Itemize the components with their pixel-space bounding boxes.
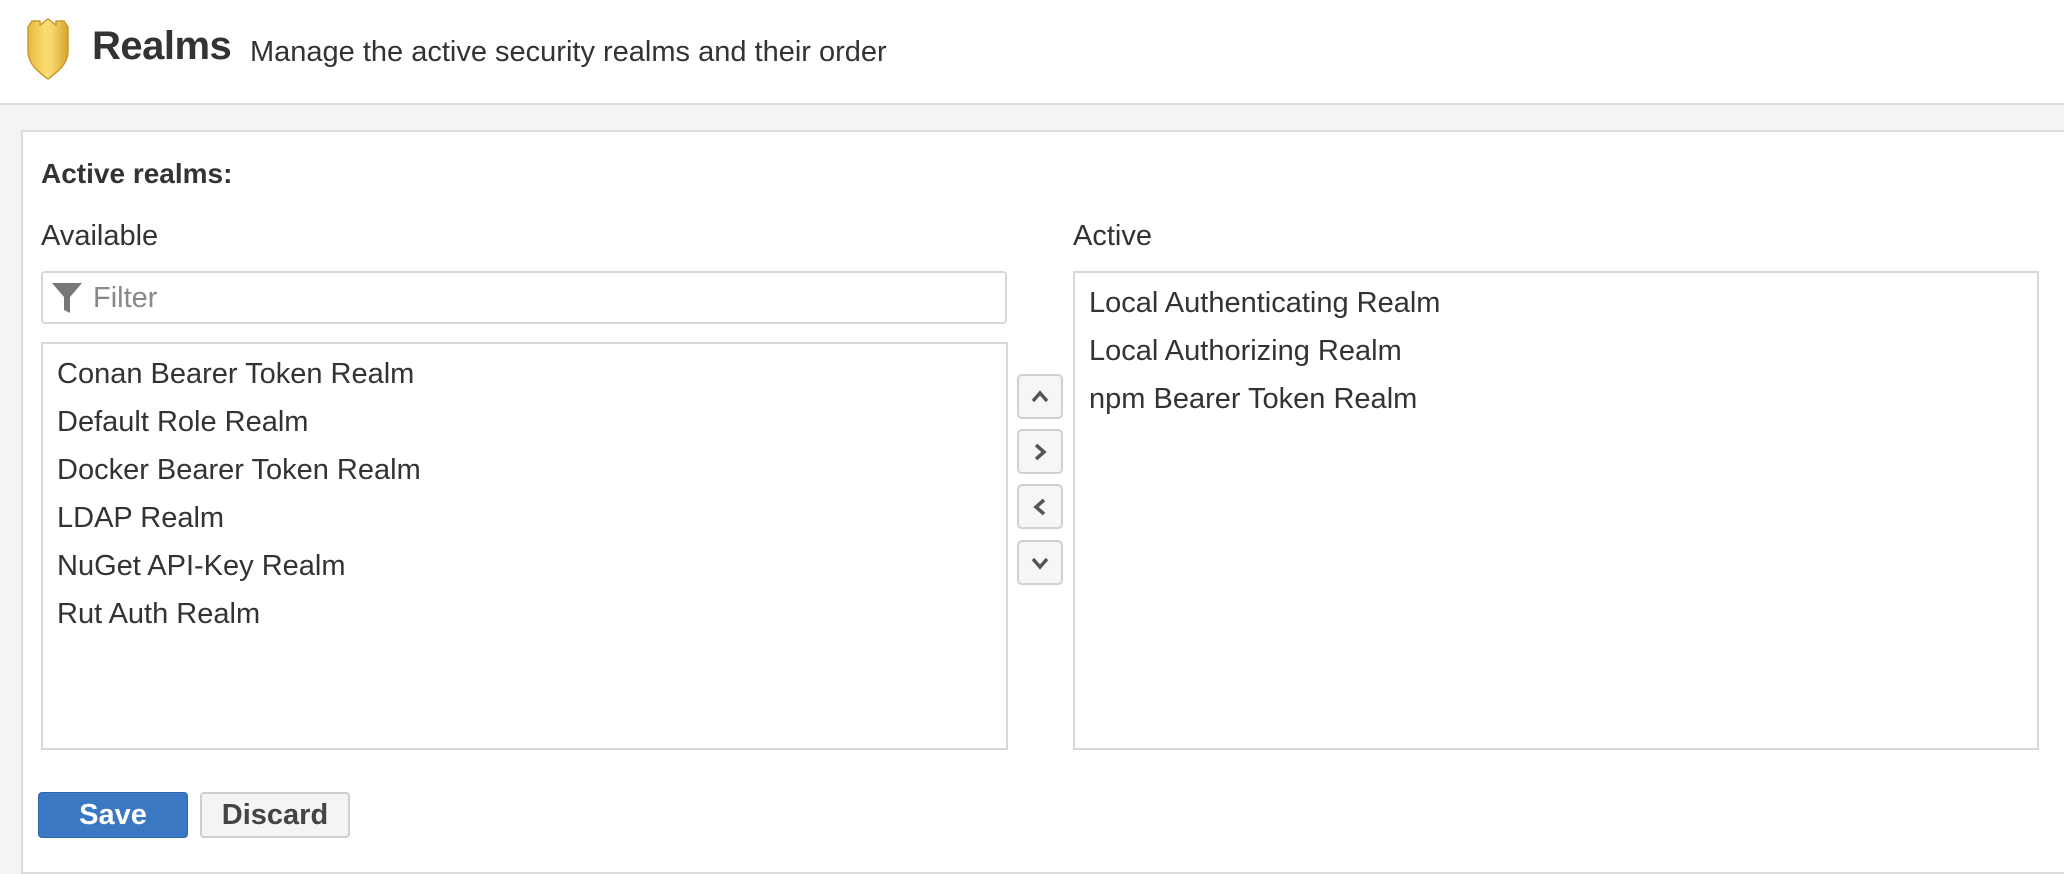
save-button[interactable]: Save <box>38 792 188 838</box>
active-item[interactable]: npm Bearer Token Realm <box>1075 375 2037 423</box>
page-title: Realms <box>92 24 232 68</box>
available-item[interactable]: Docker Bearer Token Realm <box>43 446 1006 494</box>
move-down-button[interactable] <box>1017 540 1063 585</box>
move-left-button[interactable] <box>1017 484 1063 529</box>
filter-icon <box>52 283 82 313</box>
chevron-down-icon <box>1031 557 1049 570</box>
move-right-button[interactable] <box>1017 429 1063 474</box>
chevron-right-icon <box>1034 443 1047 460</box>
discard-button[interactable]: Discard <box>200 792 350 838</box>
page-subtitle: Manage the active security realms and th… <box>250 36 887 68</box>
active-label: Active <box>1073 220 1152 252</box>
chevron-up-icon <box>1031 389 1049 402</box>
available-item[interactable]: NuGet API-Key Realm <box>43 542 1006 590</box>
available-item[interactable]: Default Role Realm <box>43 398 1006 446</box>
available-item[interactable]: Conan Bearer Token Realm <box>43 350 1006 398</box>
chevron-left-icon <box>1033 498 1046 515</box>
active-item[interactable]: Local Authorizing Realm <box>1075 327 2037 375</box>
active-item[interactable]: Local Authenticating Realm <box>1075 279 2037 327</box>
available-label: Available <box>41 220 159 252</box>
page-header: Realms Manage the active security realms… <box>0 0 2064 105</box>
filter-field[interactable] <box>41 271 1007 324</box>
available-item[interactable]: LDAP Realm <box>43 494 1006 542</box>
move-up-button[interactable] <box>1017 374 1063 419</box>
section-title: Active realms: <box>41 158 233 189</box>
shield-icon <box>27 18 69 80</box>
available-item[interactable]: Rut Auth Realm <box>43 590 1006 638</box>
filter-input[interactable] <box>91 278 995 318</box>
active-list[interactable]: Local Authenticating Realm Local Authori… <box>1073 271 2039 750</box>
available-list[interactable]: Conan Bearer Token Realm Default Role Re… <box>41 342 1008 750</box>
